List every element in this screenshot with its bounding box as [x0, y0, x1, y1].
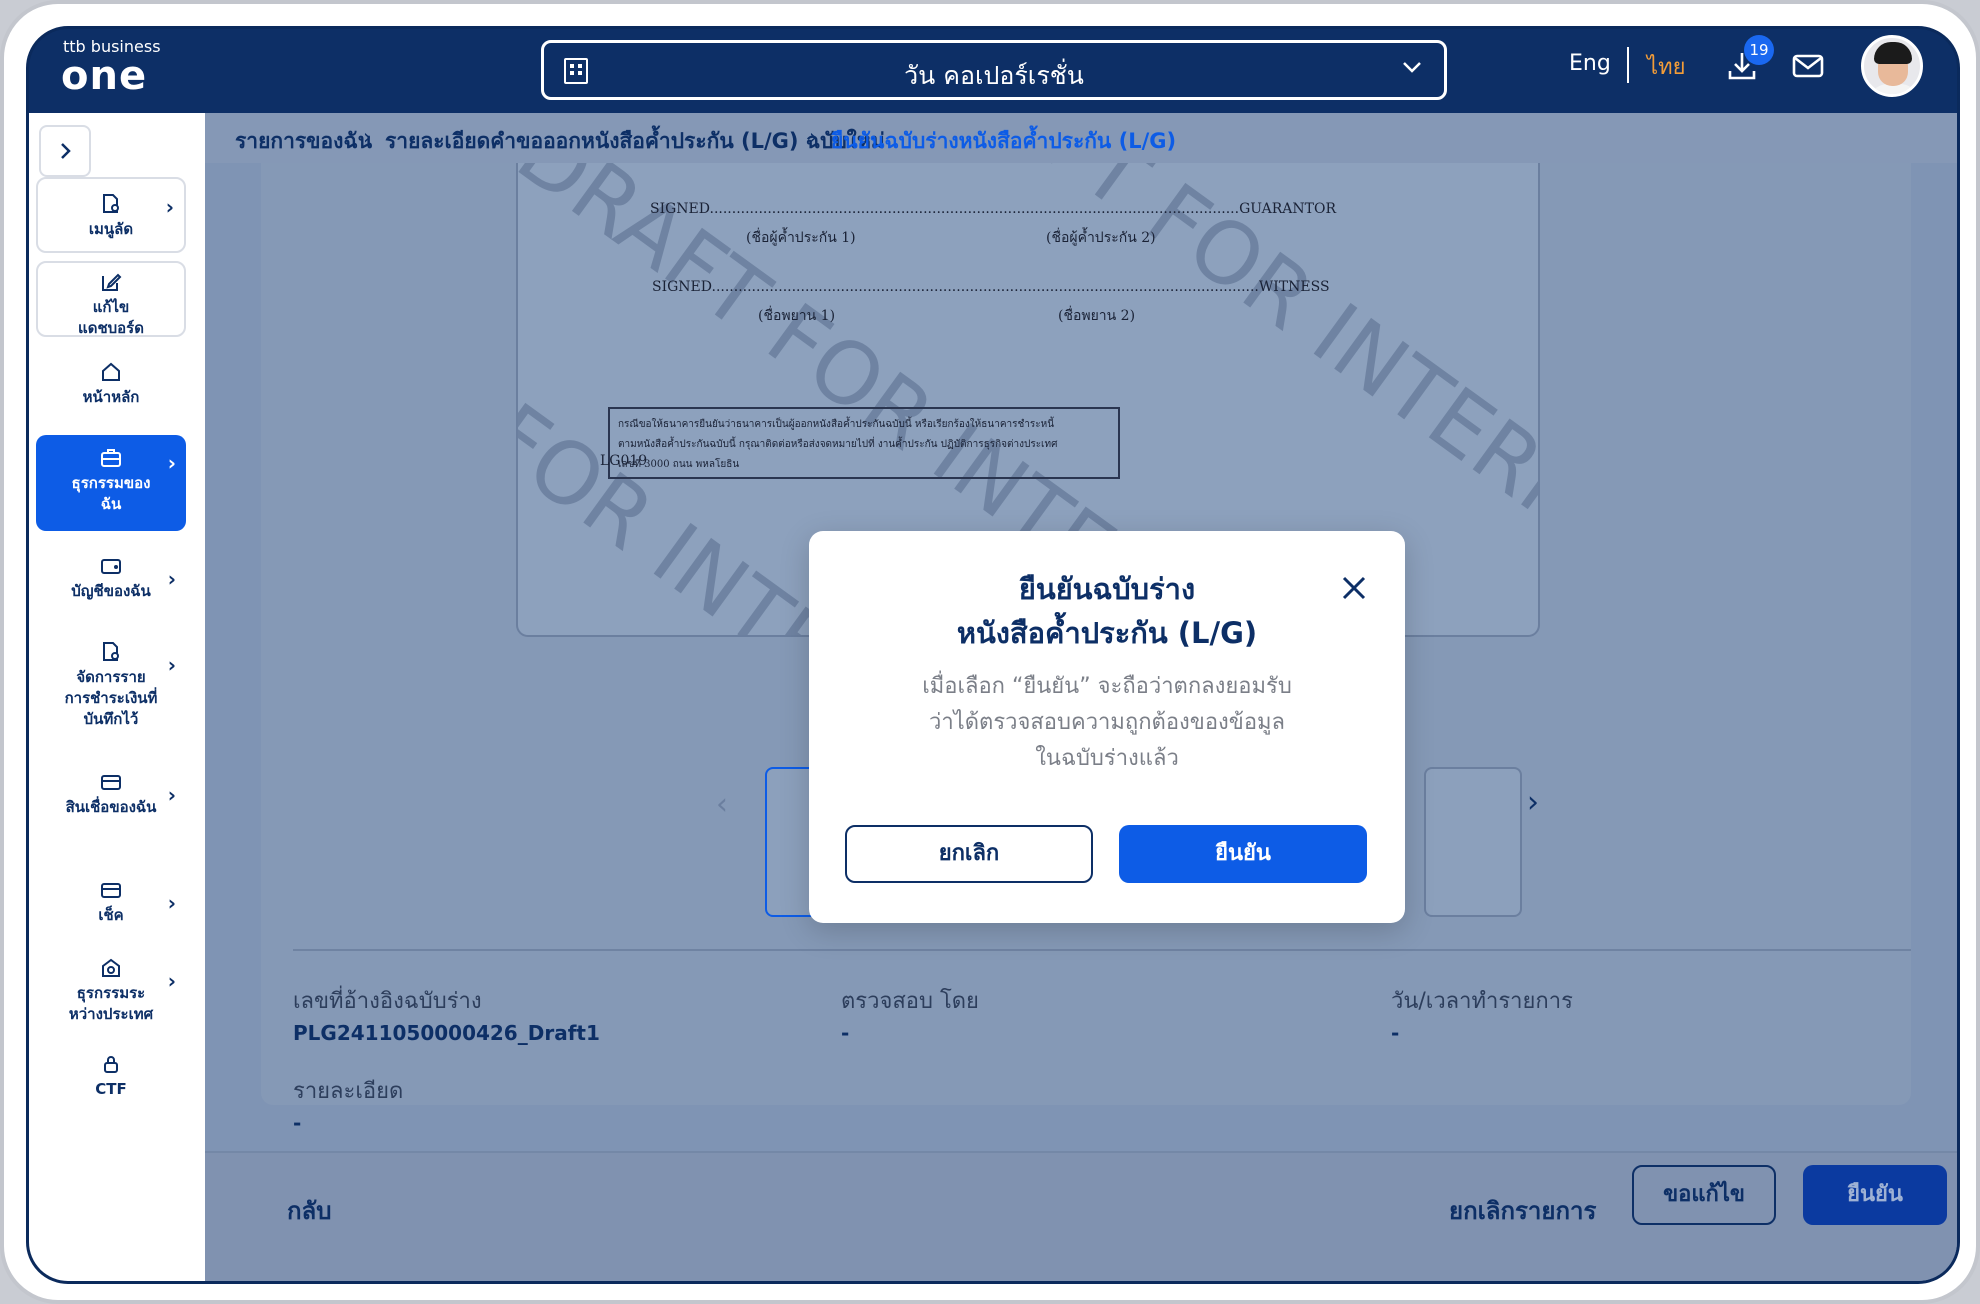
sidebar: เมนูลัด › แก้ไข แดชบอร์ด หน้าหลัก ธุรกรร… [29, 113, 205, 1281]
chevron-right-icon: › [167, 969, 176, 993]
dialog-description-line: ในฉบับร่างแล้ว [1035, 746, 1179, 771]
sidebar-item-label: เช็ค [98, 906, 124, 924]
chevron-right-icon: › [167, 567, 176, 591]
breadcrumb-separator: › [809, 125, 818, 149]
chevron-down-icon [1400, 55, 1424, 85]
breadcrumb-item-current: ยืนยันฉบับร่างหนังสือค้ำประกัน (L/G) [831, 129, 1177, 153]
dialog-title: ยืนยันฉบับร่าง หนังสือค้ำประกัน (L/G) [809, 567, 1405, 655]
edit-icon [102, 273, 122, 291]
briefcase-icon [101, 449, 121, 467]
checked-by-label: ตรวจสอบ โดย [841, 989, 979, 1014]
sidebar-item-edit-dashboard[interactable]: แก้ไข แดชบอร์ด [36, 261, 186, 337]
mail-icon[interactable] [1791, 51, 1825, 81]
back-button[interactable]: กลับ [287, 1191, 331, 1230]
thumbnail-next-button[interactable]: › [1527, 785, 1539, 820]
lang-thai-button[interactable]: ไทย [1647, 49, 1685, 84]
thumbnail-prev-button[interactable]: ‹ [716, 787, 728, 822]
sidebar-item-label: หน้าหลัก [82, 388, 140, 406]
sidebar-item-label: ธุรกรรมระ หว่างประเทศ [68, 984, 154, 1023]
chevron-right-icon: › [167, 891, 176, 915]
sidebar-item-my-loans[interactable]: สินเชื่อของฉัน › [36, 767, 186, 823]
wallet-icon [101, 559, 121, 574]
sidebar-item-home[interactable]: หน้าหลัก [36, 361, 186, 411]
breadcrumb-separator: › [363, 125, 372, 149]
bank-icon [102, 958, 120, 977]
request-edit-button[interactable]: ขอแก้ไข [1632, 1165, 1776, 1225]
top-bar: ttb business one วัน คอเปอร์เรชั่น Eng ไ… [29, 29, 1957, 113]
notice-line: กรณีขอให้ธนาคารยืนยันว่าธนาคารเป็นผู้ออก… [618, 419, 1055, 430]
lock-icon [104, 1056, 118, 1073]
document-gear-icon [103, 642, 119, 661]
device-frame: ttb business one วัน คอเปอร์เรชั่น Eng ไ… [0, 0, 1980, 1304]
dialog-cancel-button[interactable]: ยกเลิก [845, 825, 1093, 883]
witness-1-name: (ชื่อพยาน 1) [758, 308, 836, 324]
chevron-right-icon: › [167, 783, 176, 807]
breadcrumb: รายการของฉัน › รายละเอียดคำขอออกหนังสือค… [205, 113, 1957, 163]
breadcrumb-item-my-list[interactable]: รายการของฉัน [235, 125, 372, 158]
cancel-transaction-button[interactable]: ยกเลิกรายการ [1449, 1191, 1596, 1230]
dialog-confirm-button[interactable]: ยืนยัน [1119, 825, 1367, 883]
logo-big-text: one [61, 53, 148, 99]
ref-number-label: เลขที่อ้างอิงฉบับร่าง [293, 989, 482, 1014]
detail-label: รายละเอียด [293, 1079, 404, 1104]
sidebar-item-label: CTF [95, 1080, 127, 1098]
company-selector[interactable]: วัน คอเปอร์เรชั่น [541, 40, 1447, 100]
guarantor-2-name: (ชื่อผู้ค้ำประกัน 2) [1046, 230, 1156, 246]
datetime-label: วัน/เวลาทำรายการ [1391, 989, 1573, 1014]
witness-2-name: (ชื่อพยาน 2) [1058, 308, 1136, 324]
dialog-description-line: ว่าได้ตรวจสอบความถูกต้องของข้อมูล [928, 710, 1286, 735]
dialog-description-line: เมื่อเลือก “ยืนยัน” จะถือว่าตกลงยอมรับ [922, 674, 1292, 699]
avatar-hair [1874, 42, 1912, 64]
sidebar-item-saved-payments[interactable]: จัดการราย การชำระเงินที่ บันทึกไว้ › [36, 637, 186, 733]
user-avatar[interactable] [1861, 35, 1923, 97]
dialog-description: เมื่อเลือก “ยืนยัน” จะถือว่าตกลงยอมรับ ว… [869, 669, 1345, 777]
checked-by-value: - [841, 1021, 850, 1045]
document-code: LG019 [600, 453, 648, 469]
sidebar-item-my-accounts[interactable]: บัญชีของฉัน › [36, 551, 186, 607]
credit-card-icon [101, 775, 121, 790]
company-name: วัน คอเปอร์เรชั่น [904, 61, 1084, 90]
sidebar-item-cheque[interactable]: เช็ค › [36, 875, 186, 931]
chevron-right-icon: › [167, 451, 176, 475]
notice-line: ตามหนังสือค้ำประกันฉบับนี้ กรุณาติดต่อหร… [618, 439, 1058, 450]
notice-line: เลขที่ 3000 ถนน พหลโยธิน [618, 459, 740, 470]
close-icon[interactable] [1341, 575, 1367, 601]
page-thumbnail[interactable] [1424, 767, 1522, 917]
app-window: ttb business one วัน คอเปอร์เรชั่น Eng ไ… [26, 26, 1960, 1284]
chevron-right-icon: › [165, 195, 174, 219]
confirm-draft-dialog: ยืนยันฉบับร่าง หนังสือค้ำประกัน (L/G) เม… [809, 531, 1405, 923]
sidebar-item-label: เมนูลัด [88, 220, 134, 238]
sidebar-item-label: ธุรกรรมของ ฉัน [71, 474, 151, 513]
app-logo: ttb business one [61, 37, 161, 96]
guarantor-1-name: (ชื่อผู้ค้ำประกัน 1) [746, 230, 856, 246]
guarantor-signature-line: SIGNED..................................… [650, 201, 1336, 217]
contact-notice-box: กรณีขอให้ธนาคารยืนยันว่าธนาคารเป็นผู้ออก… [608, 407, 1120, 479]
sidebar-item-label: แก้ไข แดชบอร์ด [78, 298, 144, 337]
lang-divider [1627, 47, 1629, 83]
sidebar-item-international[interactable]: ธุรกรรมระ หว่างประเทศ › [36, 953, 186, 1033]
action-footer: กลับ ยกเลิกรายการ ขอแก้ไข ยืนยัน [205, 1151, 1957, 1281]
detail-value: - [293, 1111, 302, 1135]
cheque-icon [101, 883, 121, 898]
sidebar-item-shortcuts[interactable]: เมนูลัด › [36, 177, 186, 253]
footer-confirm-button[interactable]: ยืนยัน [1803, 1165, 1947, 1225]
download-count-badge: 19 [1744, 35, 1774, 65]
ref-number-value: PLG2411050000426_Draft1 [293, 1021, 600, 1045]
sidebar-toggle-button[interactable] [39, 125, 91, 177]
home-icon [102, 362, 120, 381]
sidebar-item-label: สินเชื่อของฉัน [65, 798, 157, 816]
document-gear-icon [103, 194, 119, 213]
sidebar-item-my-transactions[interactable]: ธุรกรรมของ ฉัน › [36, 435, 186, 531]
chevron-right-icon: › [167, 653, 176, 677]
lang-eng-button[interactable]: Eng [1569, 51, 1611, 76]
witness-signature-line: SIGNED..................................… [652, 279, 1330, 295]
sidebar-item-label: จัดการราย การชำระเงินที่ บันทึกไว้ [64, 668, 158, 728]
dialog-title-line: หนังสือค้ำประกัน (L/G) [956, 616, 1258, 650]
sidebar-item-label: บัญชีของฉัน [71, 582, 151, 600]
dialog-title-line: ยืนยันฉบับร่าง [1018, 572, 1196, 606]
section-divider [293, 949, 1911, 951]
datetime-value: - [1391, 1021, 1400, 1045]
sidebar-item-ctf[interactable]: CTF [36, 1049, 186, 1105]
